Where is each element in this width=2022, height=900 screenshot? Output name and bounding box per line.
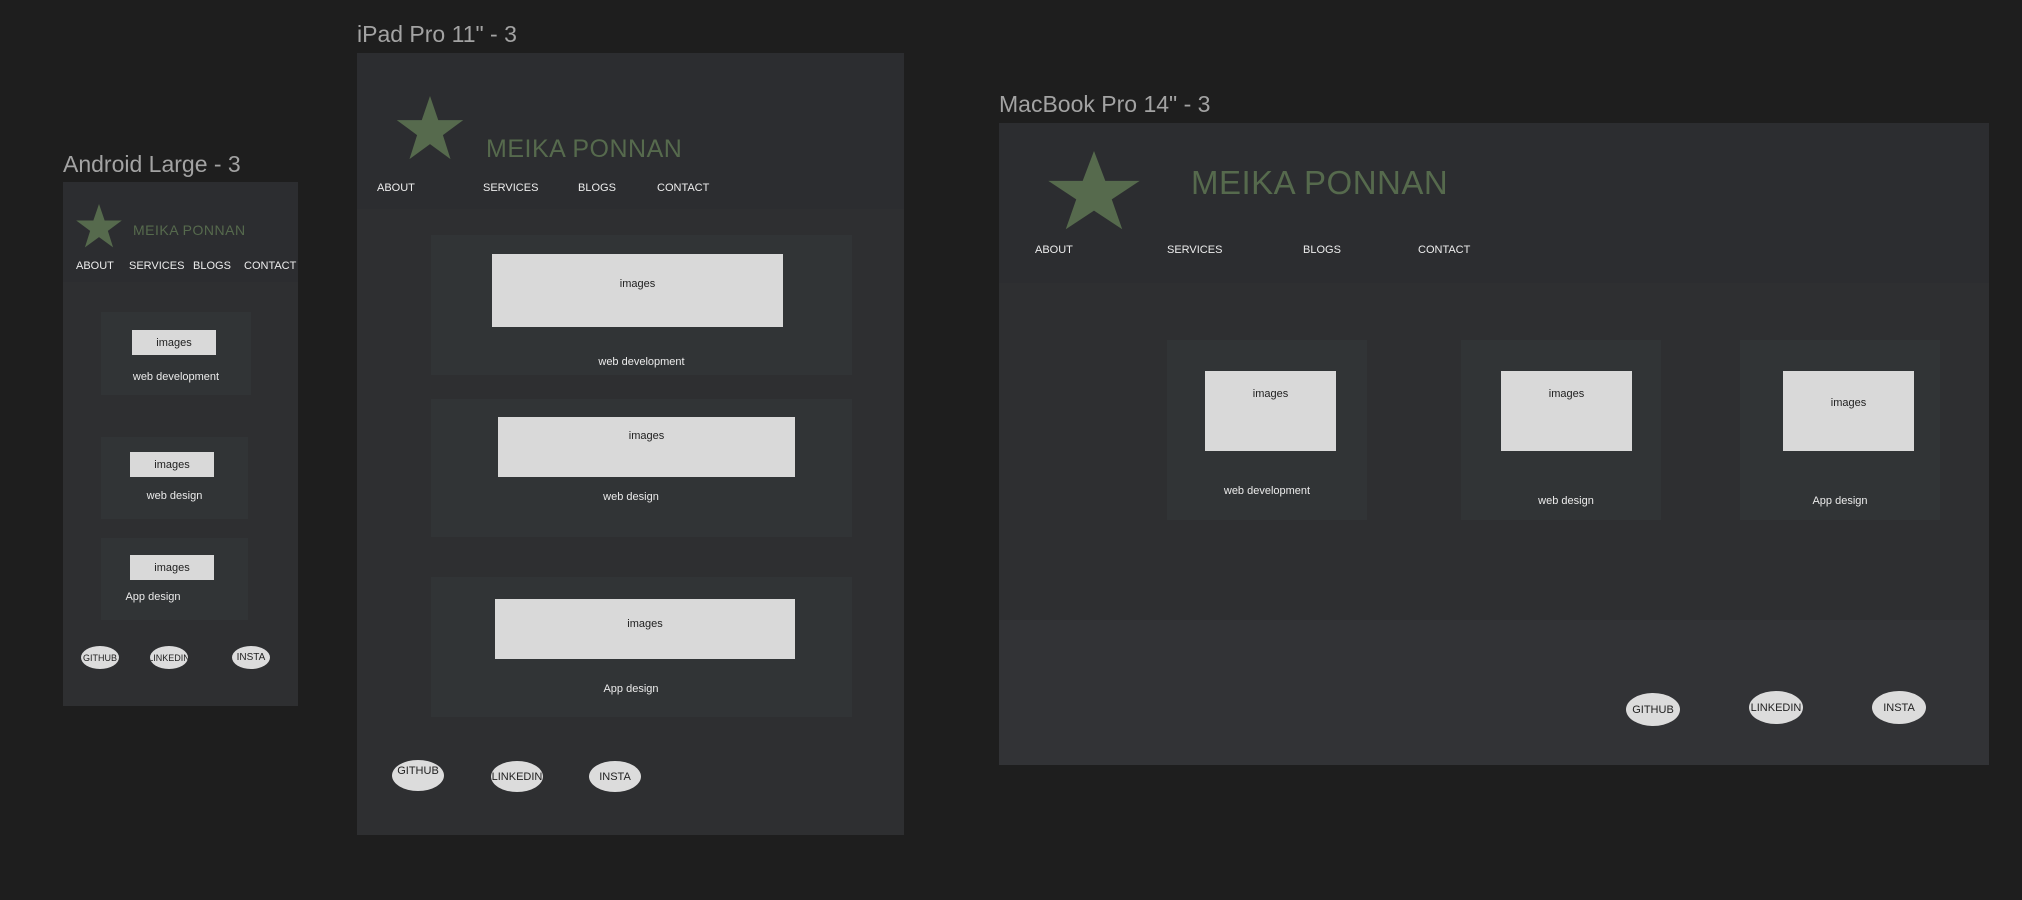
image-placeholder: images <box>1501 371 1632 451</box>
brand-name: MEIKA PONNAN <box>133 222 246 238</box>
service-caption: App design <box>125 591 181 603</box>
github-link[interactable]: GITHUB <box>1626 693 1680 726</box>
star-icon <box>1048 151 1140 230</box>
frame-title-ipad: iPad Pro 11" - 3 <box>357 21 517 47</box>
frame-title-macbook: MacBook Pro 14" - 3 <box>999 91 1211 117</box>
service-caption: App design <box>1812 495 1868 507</box>
insta-link[interactable]: INSTA <box>1872 691 1926 724</box>
service-caption: web design <box>1538 495 1594 507</box>
star-icon <box>396 96 464 160</box>
nav-about[interactable]: ABOUT <box>1035 244 1073 256</box>
image-placeholder: images <box>498 417 795 477</box>
macbook-frame[interactable]: MEIKA PONNAN ABOUT SERVICES BLOGS CONTAC… <box>999 123 1989 765</box>
nav-contact[interactable]: CONTACT <box>657 182 709 194</box>
service-caption: web development <box>598 356 685 368</box>
nav-services[interactable]: SERVICES <box>1167 244 1222 256</box>
nav-services[interactable]: SERVICES <box>129 260 184 272</box>
insta-link[interactable]: INSTA <box>589 761 641 792</box>
github-link[interactable]: GITHUB <box>392 760 444 791</box>
nav-services[interactable]: SERVICES <box>483 182 538 194</box>
linkedin-link[interactable]: LINKEDIN <box>1749 691 1803 724</box>
image-placeholder: images <box>132 330 216 355</box>
service-caption: web design <box>146 490 203 502</box>
image-placeholder: images <box>130 555 214 580</box>
service-card-web-design[interactable] <box>101 437 248 519</box>
macbook-header <box>999 123 1989 283</box>
brand-name: MEIKA PONNAN <box>486 135 683 163</box>
star-icon <box>76 204 122 248</box>
frame-title-android: Android Large - 3 <box>63 151 241 177</box>
github-link[interactable]: GITHUB <box>81 646 119 669</box>
linkedin-link[interactable]: LINKEDIN <box>491 761 543 792</box>
brand-name: MEIKA PONNAN <box>1191 164 1449 201</box>
image-placeholder: images <box>1205 371 1336 451</box>
linkedin-link[interactable]: LINKEDIN <box>150 646 188 669</box>
image-placeholder: images <box>492 254 783 327</box>
nav-contact[interactable]: CONTACT <box>244 260 296 272</box>
service-caption: web development <box>1223 485 1311 497</box>
nav-blogs[interactable]: BLOGS <box>1303 244 1341 256</box>
ipad-frame[interactable]: MEIKA PONNAN ABOUT SERVICES BLOGS CONTAC… <box>357 53 904 835</box>
image-placeholder: images <box>130 452 214 477</box>
nav-contact[interactable]: CONTACT <box>1418 244 1470 256</box>
android-frame[interactable]: MEIKA PONNAN ABOUT SERVICES BLOGS CONTAC… <box>63 182 298 706</box>
insta-link[interactable]: INSTA <box>232 646 270 669</box>
nav-about[interactable]: ABOUT <box>76 260 114 272</box>
image-placeholder: images <box>495 599 795 659</box>
nav-about[interactable]: ABOUT <box>377 182 415 194</box>
service-caption: web design <box>603 491 659 503</box>
macbook-footer <box>999 620 1989 765</box>
service-caption: web development <box>132 371 220 383</box>
image-placeholder: images <box>1783 371 1914 451</box>
service-caption: App design <box>603 683 659 695</box>
nav-blogs[interactable]: BLOGS <box>193 260 231 272</box>
nav-blogs[interactable]: BLOGS <box>578 182 616 194</box>
